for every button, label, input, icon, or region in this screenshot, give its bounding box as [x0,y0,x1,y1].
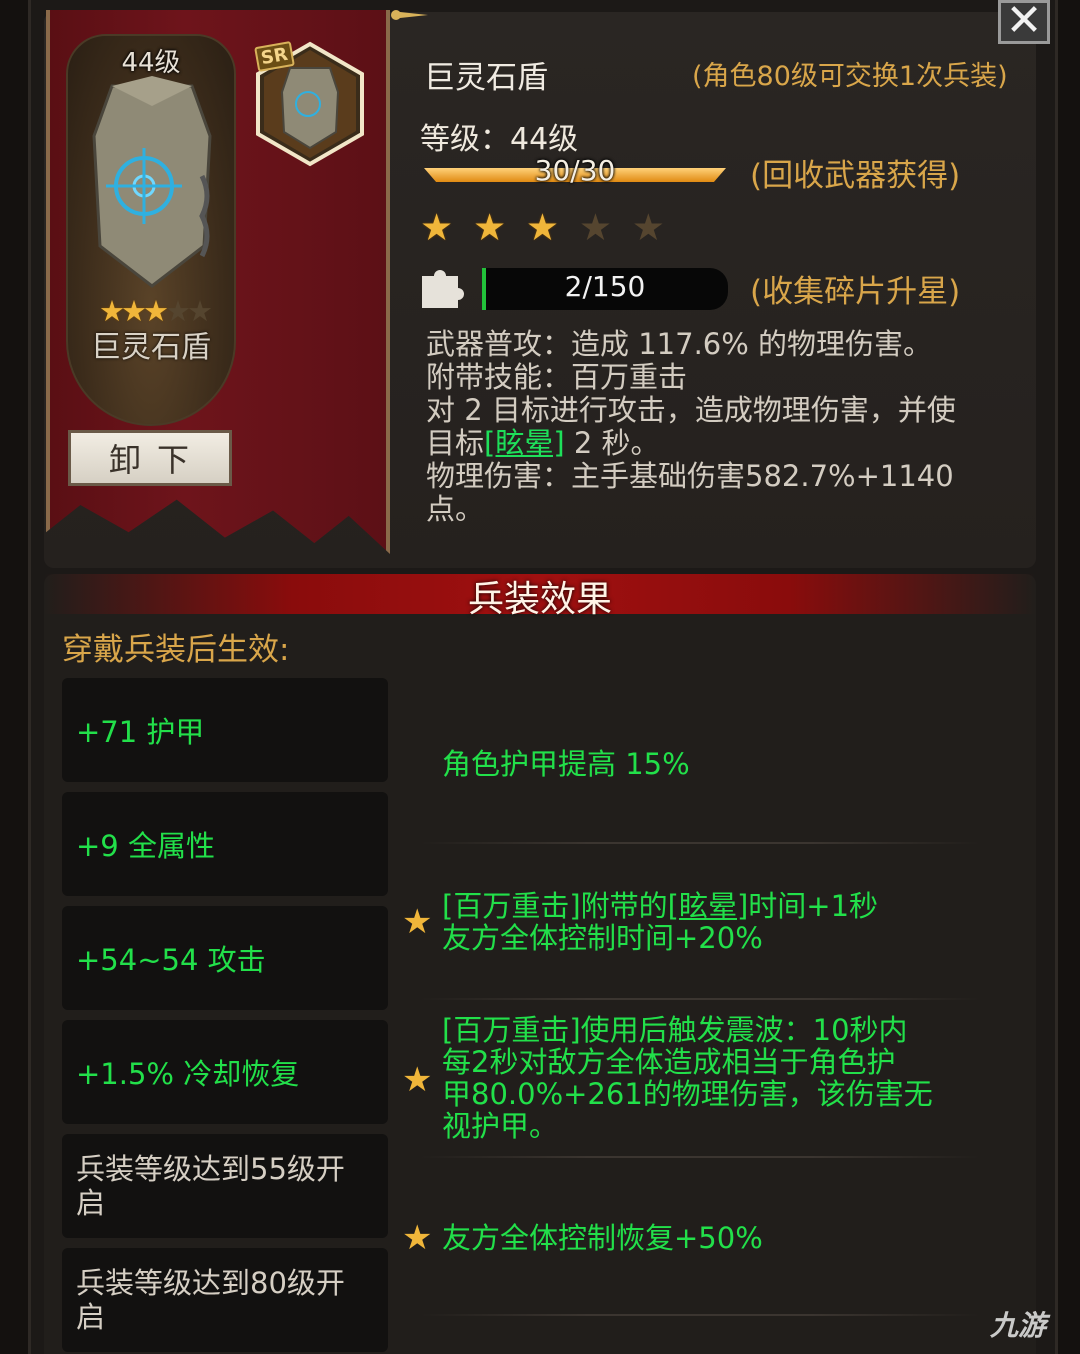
star-bonus-icon: ★ [402,902,433,942]
fragment-note: (收集碎片升星) [750,274,961,310]
puzzle-piece-icon [422,270,464,308]
item-name: 巨灵石盾 [424,60,548,96]
card-item-name: 巨灵石盾 [91,330,211,365]
fragment-progress-text: 2/150 [564,270,646,303]
stat-attack: +54~54 攻击 [62,906,388,1010]
banner-ornament-icon [391,10,428,20]
desc-line: 附带技能：百万重击 [426,360,688,394]
divider [420,842,980,844]
exchange-note: (角色80级可交换1次兵装) [692,61,1008,92]
stat-locked-80: 兵装等级达到80级开启 [62,1248,388,1352]
stun-keyword-link[interactable]: [眩晕] [484,426,565,460]
item-card: 44级 ★★★★★ 巨灵石盾 [66,34,236,426]
star-icon: ★ [525,206,564,249]
watermark-logo: 九游 [990,1309,1047,1342]
star-empty-icon: ★ [631,206,669,249]
recycle-note: (回收武器获得) [750,158,961,194]
stun-keyword-link[interactable]: [眩晕] [668,889,749,923]
desc-line: 武器普攻：造成 117.6% 的物理伤害。 [426,327,933,361]
card-level: 44级 [121,48,181,78]
item-description: 武器普攻：造成 117.6% 的物理伤害。 附带技能：百万重击 对 2 目标进行… [426,328,1016,526]
desc-line: 物理伤害：主手基础伤害582.7%+1140 [426,459,954,493]
effect-intro: 穿戴兵装后生效: [62,632,290,668]
stat-locked-55: 兵装等级达到55级开启 [62,1134,388,1238]
star-bonus-icon: ★ [402,1060,433,1100]
bonus-text: [百万重击]使用后触发震波：10秒内 [442,1013,908,1047]
bonus-text: 时间+1秒 [748,889,879,923]
star-bonus-icon: ★ [402,1218,433,1258]
bonus-text: 甲80.0%+261的物理伤害，该伤害无 [442,1077,933,1111]
bonus-armor: 角色护甲提高 15% [442,747,690,781]
desc-line: 对 2 目标进行攻击，造成物理伤害，并使 [426,393,956,427]
divider [420,998,980,1000]
stat-cooldown: +1.5% 冷却恢复 [62,1020,388,1124]
bonus-stun: [百万重击]附带的[眩晕]时间+1秒 友方全体控制时间+20% [442,890,878,954]
divider [420,1156,980,1158]
stone-shield-icon [92,76,212,288]
desc-text: 目标 [426,426,485,460]
desc-text: 2 秒。 [564,426,660,460]
bonus-text: [百万重击]附带的 [442,889,668,923]
stat-all-attributes: +9 全属性 [62,792,388,896]
section-title: 兵装效果 [467,579,612,620]
level-progress-text: 30/30 [534,154,616,187]
bonus-shockwave: [百万重击]使用后触发震波：10秒内 每2秒对敌方全体造成相当于角色护 甲80.… [442,1014,933,1142]
bonus-control-recovery: 友方全体控制恢复+50% [442,1221,763,1255]
star-empty-icon: ★ [578,206,616,249]
desc-line: 目标[眩晕] 2 秒。 [426,427,1016,460]
star-icon: ★ [420,206,458,249]
divider [420,1314,980,1316]
star-icon: ★ [472,206,511,249]
bonus-text: 视护甲。 [442,1109,559,1143]
level-label: 等级：44级 [420,122,579,157]
stat-armor: +71 护甲 [62,678,388,782]
unequip-button[interactable]: 卸下 [68,430,232,486]
bonus-text: 每2秒对敌方全体造成相当于角色护 [442,1045,896,1079]
star-rating: ★ ★ ★ ★ ★ [420,206,669,249]
close-button[interactable]: ✕ [998,0,1050,44]
bonus-text: 友方全体控制时间+20% [442,921,763,955]
desc-line: 点。 [426,492,485,526]
